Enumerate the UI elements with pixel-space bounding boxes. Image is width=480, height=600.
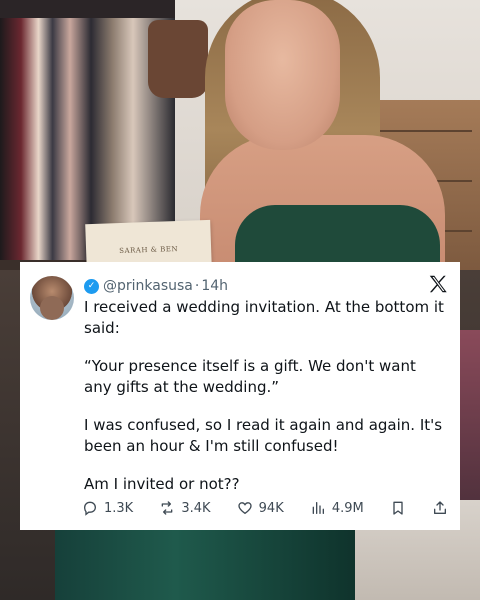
views-button[interactable]: 4.9M (310, 500, 364, 516)
bookmark-button[interactable] (390, 500, 406, 516)
tweet-paragraph: “Your presence itself is a gift. We don'… (84, 357, 416, 396)
timestamp[interactable]: 14h (201, 278, 228, 294)
share-icon (432, 500, 448, 516)
avatar[interactable] (30, 276, 74, 320)
woman-face (225, 0, 340, 150)
bookmark-icon (390, 500, 406, 516)
bedside-cloth (460, 330, 480, 520)
reply-icon (82, 500, 98, 516)
reply-count: 1.3K (104, 500, 134, 516)
user-handle[interactable]: @prinkasusa (103, 278, 193, 294)
green-top (235, 205, 440, 270)
hanging-bag (148, 20, 208, 98)
verified-badge-icon: ✓ (84, 278, 99, 294)
separator-dot: · (194, 278, 200, 294)
tweet-card: ✓ @prinkasusa · 14h I received a wedding… (20, 262, 460, 530)
reply-button[interactable]: 1.3K (82, 500, 133, 516)
like-count: 94K (258, 500, 284, 516)
share-button[interactable] (432, 500, 448, 516)
tweet-paragraph: I received a wedding invitation. At the … (84, 298, 444, 337)
retweet-icon (159, 500, 175, 516)
retweet-button[interactable]: 3.4K (159, 500, 211, 516)
views-count: 4.9M (331, 500, 364, 516)
green-skirt (55, 520, 355, 600)
bar-chart-icon (310, 500, 326, 516)
invitation-text: SARAH & BEN (119, 244, 179, 256)
tweet-text: I received a wedding invitation. At the … (84, 297, 444, 512)
heart-icon (237, 500, 253, 516)
tweet-actions: 1.3K 3.4K 94K 4.9M (82, 498, 448, 518)
tweet-paragraph: I was confused, so I read it again and a… (84, 416, 443, 455)
x-logo-icon (426, 273, 450, 297)
tweet-paragraph: Am I invited or not?? (84, 475, 240, 493)
like-button[interactable]: 94K (237, 500, 284, 516)
tweet-header: ✓ @prinkasusa · 14h (84, 275, 416, 297)
retweet-count: 3.4K (181, 500, 211, 516)
